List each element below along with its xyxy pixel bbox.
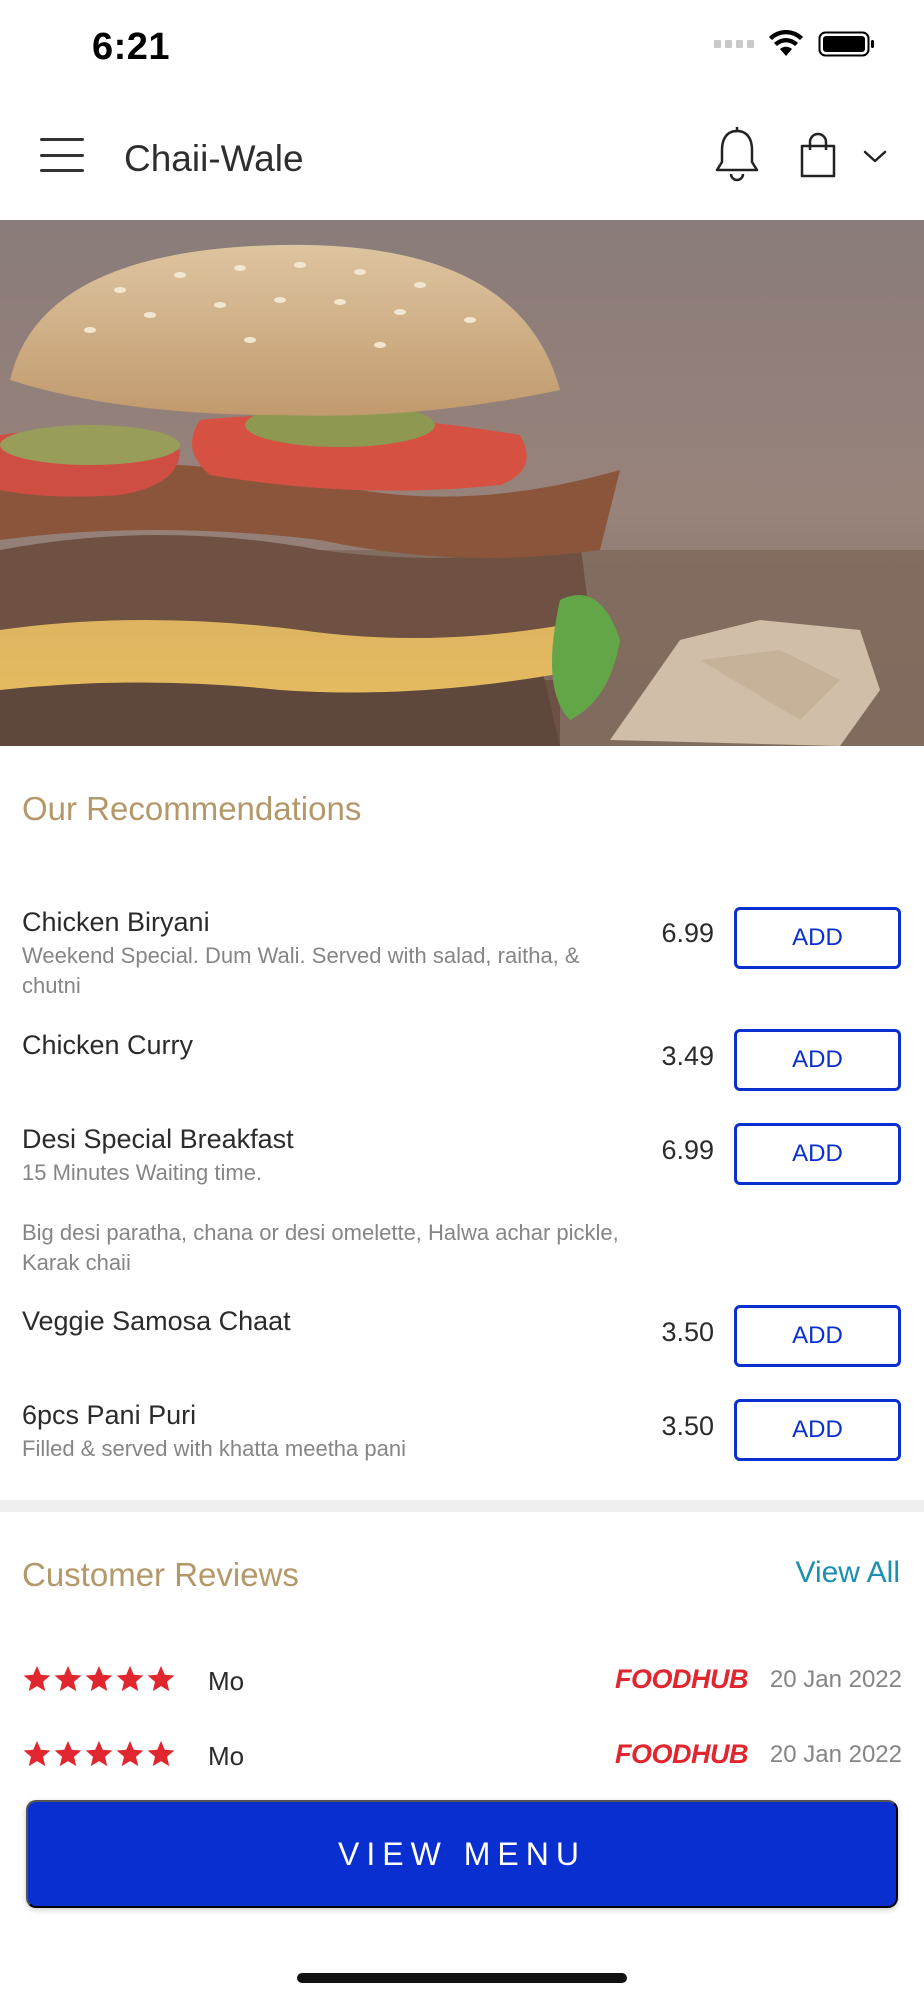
review-row: Mo FOODHUB 20 Jan 2022 [22, 1739, 902, 1779]
item-description-extra: Big desi paratha, chana or desi omelette… [22, 1220, 619, 1275]
item-price: 6.99 [661, 1135, 714, 1165]
review-date: 20 Jan 2022 [769, 1666, 902, 1693]
foodhub-logo: FOODHUB [615, 1739, 749, 1769]
status-bar: 6:21 [0, 0, 924, 96]
item-name: Desi Special Breakfast [22, 1124, 294, 1154]
add-button[interactable]: ADD [734, 1123, 901, 1185]
item-description: 15 Minutes Waiting time. [22, 1160, 263, 1185]
star-icon [116, 1665, 144, 1692]
shopping-bag-icon[interactable] [798, 132, 838, 178]
reviewer-name: Mo [208, 1666, 245, 1696]
item-description: Filled & served with khatta meetha pani [22, 1436, 406, 1461]
star-icon [85, 1665, 113, 1692]
item-description: Weekend Special. Dum Wali. Served with s… [22, 943, 580, 998]
add-button[interactable]: ADD [734, 1399, 901, 1461]
home-indicator[interactable] [297, 1973, 627, 1983]
item-price: 3.50 [661, 1317, 714, 1347]
battery-icon [818, 31, 874, 57]
star-icon [54, 1665, 82, 1692]
star-icon [147, 1665, 175, 1692]
restaurant-title: Chaii-Wale [124, 138, 304, 179]
reviews-title: Customer Reviews [22, 1556, 299, 1593]
view-menu-button[interactable]: VIEW MENU [26, 1800, 898, 1908]
item-name: Chicken Biryani [22, 907, 210, 937]
section-divider [0, 1500, 924, 1512]
star-rating [22, 1739, 176, 1769]
item-name: Chicken Curry [22, 1030, 194, 1060]
item-name: Veggie Samosa Chaat [22, 1306, 291, 1336]
reviewer-name: Mo [208, 1741, 245, 1771]
hero-burger-image [0, 220, 924, 746]
item-price: 6.99 [661, 918, 714, 948]
wifi-icon [769, 30, 803, 56]
menu-icon[interactable] [40, 138, 84, 172]
recommendations-title: Our Recommendations [22, 790, 362, 827]
cellular-signal-icon [714, 40, 754, 48]
add-button[interactable]: ADD [734, 907, 901, 969]
item-price: 3.49 [661, 1041, 714, 1071]
app-header: Chaii-Wale [0, 96, 924, 220]
add-button[interactable]: ADD [734, 1305, 901, 1367]
review-row: Mo FOODHUB 20 Jan 2022 [22, 1664, 902, 1704]
star-icon [116, 1740, 144, 1767]
item-name: 6pcs Pani Puri [22, 1400, 197, 1430]
review-date: 20 Jan 2022 [769, 1741, 902, 1768]
star-icon [54, 1740, 82, 1767]
status-icons [714, 30, 876, 58]
view-all-reviews-link[interactable]: View All [795, 1556, 900, 1590]
bell-icon[interactable] [712, 126, 762, 184]
star-icon [23, 1665, 51, 1692]
status-time: 6:21 [92, 26, 171, 68]
foodhub-logo: FOODHUB [615, 1664, 749, 1694]
chevron-down-icon[interactable] [862, 146, 888, 166]
item-price: 3.50 [661, 1411, 714, 1441]
star-icon [147, 1740, 175, 1767]
add-button[interactable]: ADD [734, 1029, 901, 1091]
star-icon [23, 1740, 51, 1767]
star-icon [85, 1740, 113, 1767]
star-rating [22, 1664, 176, 1694]
